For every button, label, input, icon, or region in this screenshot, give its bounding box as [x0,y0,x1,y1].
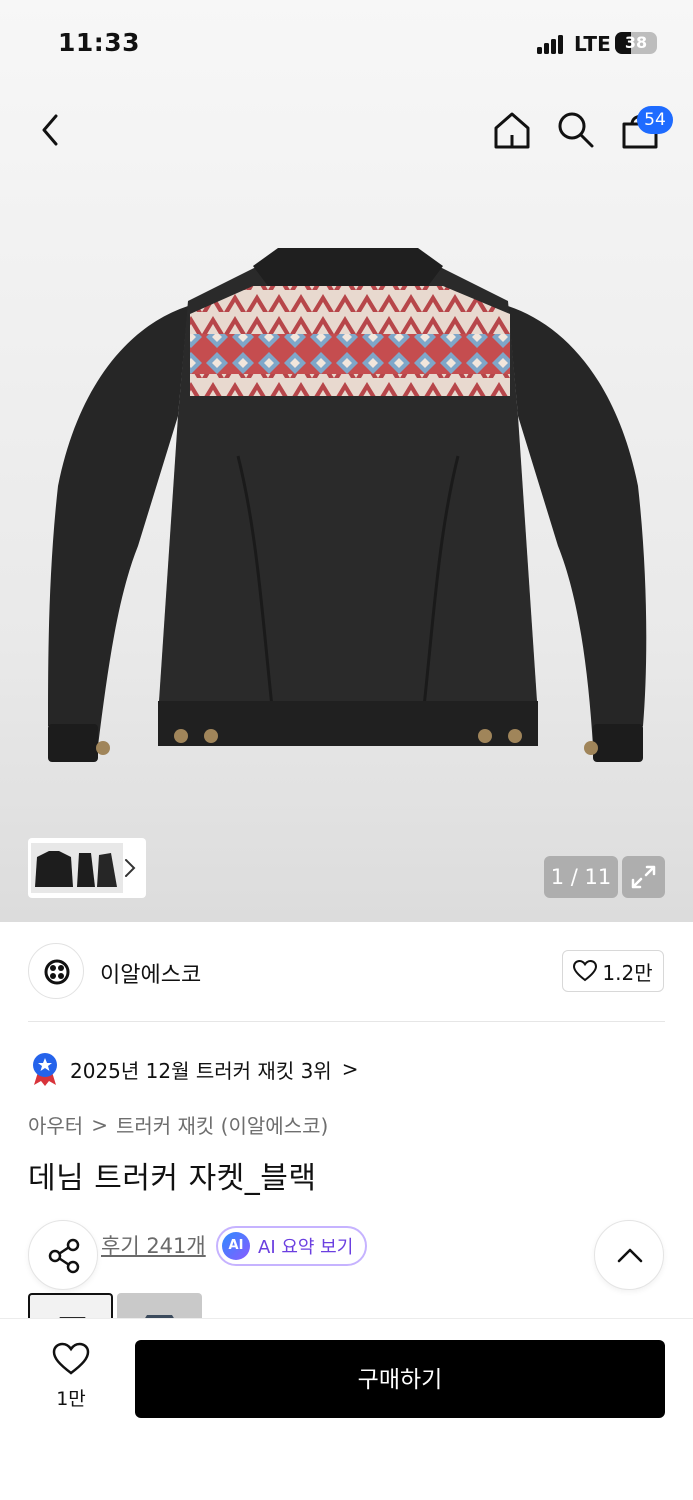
ai-summary-label: AI 요약 보기 [258,1237,354,1258]
battery-percent: 38 [624,33,648,52]
product-image-gallery[interactable]: 11:33 LTE 38 54 1 / 11 [0,0,693,922]
scroll-top-button[interactable] [594,1220,664,1290]
network-label: LTE [574,32,611,56]
chevron-right-icon[interactable] [123,857,137,879]
brand-like-count: 1.2만 [602,960,653,985]
status-time: 11:33 [58,28,141,57]
brand-name[interactable]: 이알에스코 [100,957,201,989]
product-photo [48,248,647,762]
breadcrumb-category[interactable]: 아우터 [28,1110,83,1139]
expand-button[interactable] [622,856,665,898]
expand-icon [631,865,656,889]
heart-icon [52,1342,90,1375]
search-button[interactable] [556,110,596,150]
divider [28,1021,665,1022]
breadcrumb-separator: > [91,1112,108,1137]
buy-button[interactable]: 구매하기 [135,1340,665,1418]
brand-logo-icon [44,959,70,985]
brand-logo[interactable] [28,943,84,999]
signal-icon [537,34,565,54]
ranking-text: 2025년 12월 트러커 재킷 3위 [70,1058,332,1083]
battery-icon: 38 [615,32,657,54]
brand-like-button[interactable]: 1.2만 [562,950,664,992]
product-title: 데님 트러커 자켓_블랙 [28,1161,317,1196]
wishlist-count: 1만 [56,1388,86,1410]
ai-icon: AI [222,1232,250,1260]
breadcrumb-subcategory[interactable]: 트러커 재킷 (이알에스코) [116,1110,328,1139]
share-button[interactable] [28,1220,98,1290]
wishlist-button[interactable]: 1만 [40,1342,102,1411]
reviews-link[interactable]: 후기 241개 [101,1230,206,1260]
cart-count-badge: 54 [637,106,673,134]
ranking-link[interactable]: 2025년 12월 트러커 재킷 3위 > [30,1052,358,1086]
heart-icon [573,960,598,982]
thumbnail-image [31,843,123,893]
ranking-badge-icon [33,1053,57,1086]
share-icon [48,1238,80,1274]
chevron-right-icon: > [341,1057,359,1081]
back-button[interactable] [36,112,66,148]
chevron-up-icon [617,1248,643,1263]
home-icon [494,112,530,149]
image-counter: 1 / 11 [544,856,618,898]
home-button[interactable] [492,110,532,150]
ai-summary-button[interactable]: AI AI 요약 보기 [216,1226,368,1266]
status-bar: 11:33 LTE 38 [0,0,693,88]
search-icon [558,112,594,148]
breadcrumb: 아우터 > 트러커 재킷 (이알에스코) [28,1110,328,1139]
back-icon [42,114,58,146]
